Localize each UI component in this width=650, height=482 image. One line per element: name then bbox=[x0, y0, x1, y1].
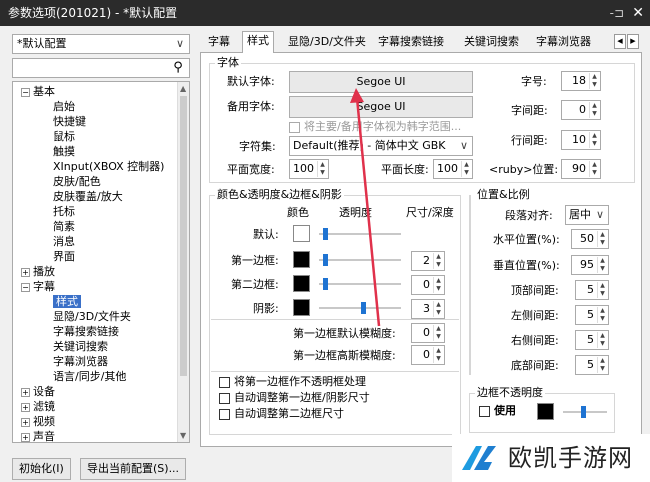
watermark-text: 欧凯手游网 bbox=[508, 444, 633, 472]
watermark-logo-icon bbox=[462, 446, 496, 470]
init-button[interactable]: 初始化(I) bbox=[12, 458, 71, 480]
arrow-head bbox=[350, 88, 364, 103]
export-config-button[interactable]: 导出当前配置(S)... bbox=[80, 458, 187, 480]
annotation-arrow bbox=[350, 88, 381, 327]
preferences-window: 参数选项(201021) - *默认配置 -⊐ ✕ *默认配置 ∨ ⚲ − 基本启… bbox=[0, 0, 650, 482]
watermark: 欧凯手游网 bbox=[452, 434, 650, 482]
arrow-shaft bbox=[355, 97, 381, 327]
